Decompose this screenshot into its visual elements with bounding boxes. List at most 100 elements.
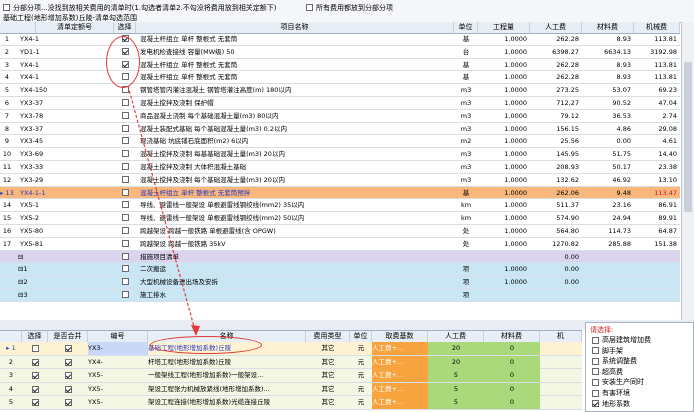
row-select-checkbox[interactable] — [114, 161, 136, 173]
table-row[interactable]: ⊟1 二次搬运 项 1.0000 0.00 — [0, 263, 680, 277]
checkbox[interactable] — [121, 265, 129, 273]
table-row[interactable]: 14 YX5-1 导线、避雷线一般架设 单根避雷线钢绞线(mm2) 35以内 km 1.… — [0, 199, 680, 213]
table-row[interactable]: 5 YX4-150 钢管塔管内灌注混凝土 钢管塔灌注高度(m) 180以内 m3 1.0… — [0, 84, 680, 97]
header2-code[interactable]: 编号 — [88, 331, 148, 342]
table-row[interactable]: 4 YX4-1 混凝土杆组立 单杆 整根式 无套筒 基 1.0000 262.28 8.93… — [0, 71, 680, 85]
header-name[interactable]: 项目名称 — [136, 22, 454, 33]
row-select-checkbox[interactable] — [114, 199, 136, 211]
table-row[interactable]: 10 YX3-69 混凝土搅拌及浇制 每基基础混凝土量(m3) 20以内 m3 1.00… — [0, 148, 680, 161]
row-select-checkbox[interactable] — [114, 84, 136, 96]
checkbox[interactable] — [121, 201, 129, 209]
checkbox[interactable] — [121, 175, 129, 183]
table-row[interactable]: 11 YX3-33 混凝土搅拌及浇制 大体积混凝土基础 m3 1.0000 208.93 5… — [0, 161, 680, 174]
header-qty[interactable]: 工程量 — [478, 22, 530, 33]
category-option[interactable]: 地形系数 — [592, 399, 630, 409]
header2-name[interactable]: 名称 — [148, 331, 306, 342]
checkbox[interactable] — [64, 399, 72, 407]
checkbox[interactable] — [121, 124, 129, 132]
category-option[interactable]: 系统调整费 — [592, 356, 637, 366]
category-checkbox[interactable] — [592, 336, 599, 344]
option-all-to-sections[interactable]: 所有费用都放到分部分项 — [306, 3, 393, 12]
checkbox[interactable] — [64, 385, 72, 393]
checkbox[interactable] — [121, 86, 129, 94]
option-all-to-sections-checkbox[interactable] — [306, 4, 313, 11]
option-list-placement[interactable]: 分部分项...没找到放相关费用的清单时(1.勾选者清单2.不勾没将费用放到相关定… — [3, 3, 277, 12]
cell-code[interactable]: YX3- — [88, 342, 148, 355]
row-select-checkbox[interactable] — [114, 225, 136, 237]
checkbox[interactable] — [121, 252, 129, 260]
fee-select-checkbox[interactable] — [22, 396, 48, 409]
table-row[interactable]: 15 YX5-2 导线、避雷线一般架设 单根避雷线钢绞线(mm2) 50以内 km 1.… — [0, 212, 680, 225]
checkbox[interactable] — [121, 278, 129, 286]
row-select-checkbox[interactable] — [114, 187, 136, 199]
row-select-checkbox[interactable] — [114, 263, 136, 275]
checkbox[interactable] — [31, 399, 39, 407]
checkbox[interactable] — [31, 358, 39, 366]
checkbox[interactable] — [121, 73, 129, 81]
table-row[interactable]: 12 YX3-29 混凝土搅拌及浇制 每个基础混凝土量(m3) 20以内 m3 1.00… — [0, 174, 680, 187]
header2-fee-type[interactable]: 费用类型 — [306, 331, 350, 342]
checkbox[interactable] — [31, 345, 39, 352]
checkbox[interactable] — [121, 111, 129, 119]
list-grid-scrollbar[interactable] — [681, 22, 694, 320]
header2-material[interactable]: 材料费 — [484, 331, 540, 342]
table-row[interactable]: 9 YX3-45 现浇基础 坑底铺石底面积(m2) 6以内 m2 1.0000 25.56… — [0, 135, 680, 149]
checkbox[interactable] — [64, 345, 72, 352]
table-row[interactable]: ⊟2 大型机械设备进出场及安拆 项 1.0000 0.00 — [0, 276, 680, 289]
checkbox[interactable] — [121, 60, 129, 68]
row-select-checkbox[interactable] — [114, 238, 136, 250]
option-list-placement-checkbox[interactable] — [3, 4, 10, 11]
table-row[interactable]: 2 YD1-1 发电机检查接线 容量(MW级) 50 台 1.0000 6398.27 66… — [0, 46, 680, 59]
row-select-checkbox[interactable] — [114, 251, 136, 263]
category-option[interactable]: 有害环境 — [592, 388, 630, 398]
category-checkbox[interactable] — [592, 368, 599, 376]
category-option[interactable]: 安装生产同时 — [592, 377, 644, 387]
category-checkbox[interactable] — [592, 378, 599, 386]
row-select-checkbox[interactable] — [114, 110, 136, 122]
fee-select-checkbox[interactable] — [22, 369, 48, 382]
cell-code[interactable]: YX5- — [88, 369, 148, 382]
checkbox[interactable] — [121, 150, 129, 158]
checkbox[interactable] — [121, 163, 129, 170]
table-row[interactable]: 1 YX4-1 混凝土杆组立 单杆 整根式 无套筒 基 1.0000 262.28 8.93… — [0, 33, 680, 46]
category-option[interactable]: 高层建筑增加费 — [592, 335, 651, 345]
table-row[interactable]: 7 YX3-78 商品混凝土浇制 每个基础混凝土量(m3) 80以内 m3 1.0000… — [0, 110, 680, 123]
checkbox[interactable] — [121, 291, 129, 298]
checkbox[interactable] — [121, 99, 129, 106]
checkbox[interactable] — [64, 372, 72, 380]
row-select-checkbox[interactable] — [114, 135, 136, 147]
table-row[interactable]: ▸ 13 YX4-1-1 混凝土杆组立 单杆 整根式 无套筒预拌 基 1.0000 262… — [0, 186, 680, 200]
row-select-checkbox[interactable] — [114, 289, 136, 301]
table-row[interactable]: ⊟ 措施项目清单 0.00 — [0, 250, 680, 264]
row-select-checkbox[interactable] — [114, 212, 136, 224]
table-row[interactable]: 8 YX3-37 混凝土装配式基础 每个基础混凝土量(m3) 0.2以内 m3 1.00… — [0, 123, 680, 136]
header-machine[interactable]: 机械费 — [634, 22, 680, 33]
row-select-checkbox[interactable] — [114, 276, 136, 288]
row-select-checkbox[interactable] — [114, 97, 136, 109]
checkbox[interactable] — [31, 385, 39, 393]
category-option[interactable]: 超高费 — [592, 367, 623, 377]
checkbox[interactable] — [121, 47, 129, 55]
category-checkbox[interactable] — [592, 400, 599, 408]
fee-merge-checkbox[interactable] — [48, 356, 88, 369]
table-row[interactable]: 17 YX5-81 跨越架设 跨越一般铁路 35kV 处 1.0000 1270.82 28… — [0, 238, 680, 251]
row-select-checkbox[interactable] — [114, 123, 136, 135]
fee-merge-checkbox[interactable] — [48, 342, 88, 355]
fee-select-checkbox[interactable] — [22, 356, 48, 369]
table-row[interactable]: 6 YX3-37 混凝土搅拌及浇制 保护帽 m3 1.0000 712.27 90.52 47… — [0, 97, 680, 110]
fee-merge-checkbox[interactable] — [48, 383, 88, 396]
header2-labor[interactable]: 人工费 — [428, 331, 484, 342]
checkbox[interactable] — [121, 239, 129, 247]
header-code[interactable]: 清单定额号 — [36, 22, 114, 33]
table-row[interactable]: 16 YX5-80 跨越架设 跨越一般铁路 单根避雷线(含 OPGW) 处 1.0000… — [0, 225, 680, 238]
fee-row[interactable]: 4 YX5- 架设工程张力机械放紧线(地形增加系数)... 其它 元人工费+... 5 0 — [0, 382, 582, 397]
header2-select[interactable]: 选择 — [22, 331, 48, 342]
fee-row[interactable]: 5 YX5- 架设工程连接(地形增加系数)光缆连接丘陵 其它元人工费+... 5 0 — [0, 396, 582, 410]
checkbox[interactable] — [64, 358, 72, 366]
checkbox[interactable] — [121, 188, 129, 196]
cell-code[interactable]: YX5- — [88, 396, 148, 409]
row-select-checkbox[interactable] — [114, 174, 136, 186]
header-material[interactable]: 材料费 — [582, 22, 634, 33]
fee-row[interactable]: 2 YX4- 杆塔工程(地形增加系数)丘陵 其它 元人工费+... 20 0 — [0, 355, 582, 370]
category-checkbox[interactable] — [592, 347, 599, 355]
